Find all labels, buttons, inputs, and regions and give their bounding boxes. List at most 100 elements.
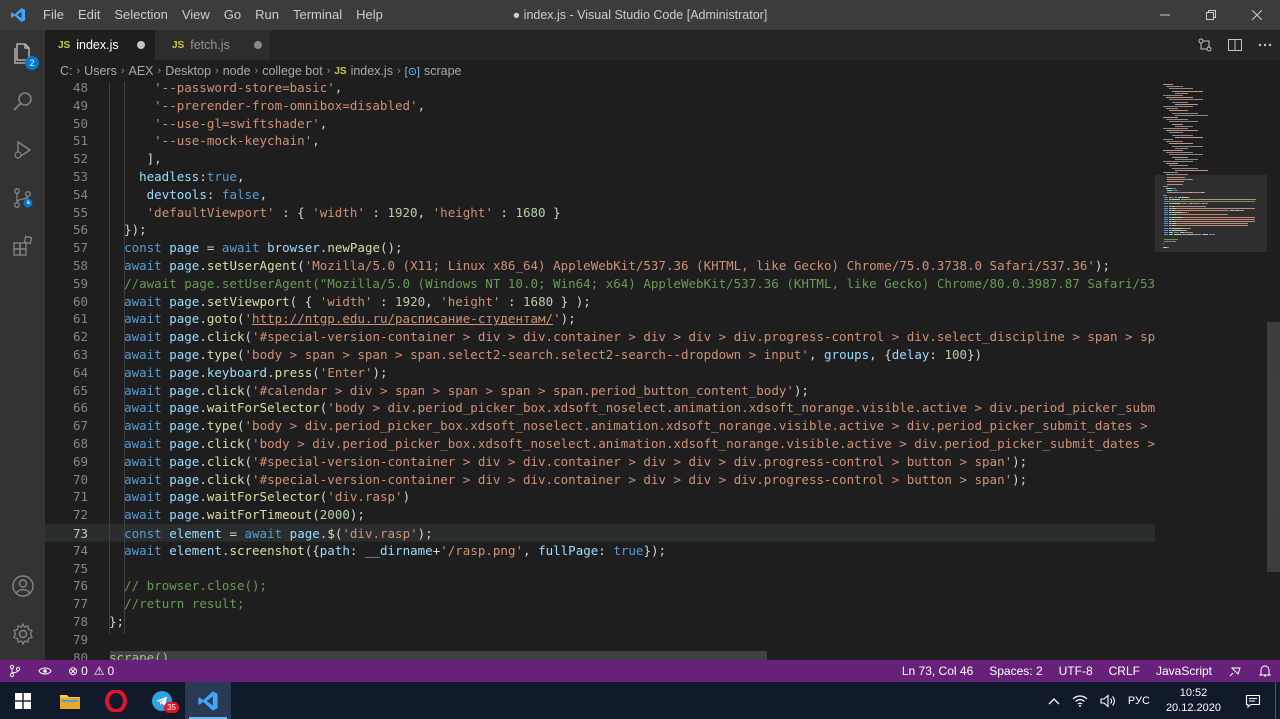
code-line[interactable]: 56 }); (45, 221, 1155, 239)
code-line[interactable]: 59 //await page.setUserAgent("Mozilla/5.… (45, 275, 1155, 293)
breadcrumb-segment[interactable]: Desktop (165, 64, 211, 78)
more-actions-icon[interactable] (1250, 30, 1280, 60)
menu-bar: File Edit Selection View Go Run Terminal Help (36, 0, 390, 30)
opera-browser-icon[interactable] (93, 682, 139, 719)
settings-gear-icon[interactable] (0, 610, 45, 658)
code-line[interactable]: 65 await page.click('#calendar > div > s… (45, 382, 1155, 400)
menu-edit[interactable]: Edit (71, 0, 107, 30)
code-line[interactable]: 68 await page.click('body > div.period_p… (45, 435, 1155, 453)
code-line[interactable]: 78}; (45, 613, 1155, 631)
vscode-taskbar-icon[interactable] (185, 682, 231, 719)
clock[interactable]: 10:52 20.12.2020 (1156, 686, 1231, 716)
code-line[interactable]: 57 const page = await browser.newPage(); (45, 239, 1155, 257)
file-explorer-icon[interactable] (47, 682, 93, 719)
code-line[interactable]: 72 await page.waitForTimeout(2000); (45, 506, 1155, 524)
code-line[interactable]: 51 '--use-mock-keychain', (45, 132, 1155, 150)
scrollbar-thumb[interactable] (1267, 322, 1280, 572)
explorer-icon[interactable]: 2 (0, 30, 45, 78)
minimap[interactable] (1155, 82, 1267, 660)
feedback-icon[interactable] (1220, 660, 1250, 682)
code-line[interactable]: 66 await page.waitForSelector('body > di… (45, 399, 1155, 417)
menu-selection[interactable]: Selection (107, 0, 174, 30)
search-icon[interactable] (0, 78, 45, 126)
code-line[interactable]: 54 devtools: false, (45, 186, 1155, 204)
code-line[interactable]: 64 await page.keyboard.press('Enter'); (45, 364, 1155, 382)
unsaved-dot-icon[interactable] (136, 41, 145, 49)
remote-icon[interactable] (0, 660, 30, 682)
breadcrumb-file[interactable]: index.js (351, 64, 393, 78)
breadcrumb-segment[interactable]: C: (60, 64, 73, 78)
code-line[interactable]: 50 '--use-gl=swiftshader', (45, 115, 1155, 133)
code-line[interactable]: 58 await page.setUserAgent('Mozilla/5.0 … (45, 257, 1155, 275)
language-mode[interactable]: JavaScript (1148, 660, 1220, 682)
code-line[interactable]: 67 await page.type('body > div.period_pi… (45, 417, 1155, 435)
code-line[interactable]: 53 headless:true, (45, 168, 1155, 186)
wifi-icon[interactable] (1066, 682, 1094, 719)
encoding[interactable]: UTF-8 (1051, 660, 1101, 682)
breadcrumb-segment[interactable]: AEX (129, 64, 154, 78)
code-line[interactable]: 61 await page.goto('http://ntgp.edu.ru/р… (45, 310, 1155, 328)
code-line[interactable]: 69 await page.click('#special-version-co… (45, 453, 1155, 471)
line-number: 77 (72, 596, 88, 612)
close-window-button[interactable] (1234, 0, 1280, 30)
menu-view[interactable]: View (175, 0, 217, 30)
breadcrumb-segment[interactable]: college bot (262, 64, 322, 78)
volume-icon[interactable] (1094, 682, 1122, 719)
code-line[interactable]: 75 (45, 560, 1155, 578)
code-line[interactable]: 55 'defaultViewport' : { 'width' : 1920,… (45, 204, 1155, 222)
telegram-icon[interactable]: 35 (139, 682, 185, 719)
code-line[interactable]: 52 ], (45, 150, 1155, 168)
code-line[interactable]: 48 '--password-store=basic', (45, 82, 1155, 97)
code-line[interactable]: 70 await page.click('#special-version-co… (45, 471, 1155, 489)
vscode-logo-icon[interactable] (0, 0, 36, 30)
open-changes-icon[interactable] (1190, 30, 1220, 60)
line-ending[interactable]: CRLF (1101, 660, 1148, 682)
code-line[interactable]: 79 (45, 631, 1155, 649)
code-editor[interactable]: 48 '--password-store=basic', 49 '--preren… (45, 82, 1155, 660)
breadcrumb-symbol[interactable]: scrape (424, 64, 462, 78)
code-text: await page.click('#calendar > div > span… (109, 382, 809, 400)
horizontal-scrollbar[interactable] (110, 651, 767, 660)
code-line[interactable]: 74 await element.screenshot({path: __dir… (45, 542, 1155, 560)
cursor-position[interactable]: Ln 73, Col 46 (894, 660, 981, 682)
menu-go[interactable]: Go (217, 0, 248, 30)
code-line[interactable]: 71 await page.waitForSelector('div.rasp'… (45, 488, 1155, 506)
unsaved-dot-icon[interactable] (253, 41, 262, 49)
minimap-slider[interactable] (1155, 175, 1267, 252)
code-line[interactable]: 62 await page.click('#special-version-co… (45, 328, 1155, 346)
extensions-icon[interactable] (0, 222, 45, 270)
tab-fetch-js[interactable]: JS fetch.js (155, 30, 270, 60)
indentation[interactable]: Spaces: 2 (981, 660, 1050, 682)
notifications-bell-icon[interactable] (1250, 660, 1280, 682)
tab-index-js[interactable]: JS index.js (45, 30, 155, 60)
code-line[interactable]: 60 await page.setViewport( { 'width' : 1… (45, 293, 1155, 311)
show-desktop-button[interactable] (1275, 682, 1280, 719)
restore-button[interactable] (1188, 0, 1234, 30)
menu-run[interactable]: Run (248, 0, 286, 30)
live-share-icon[interactable] (30, 660, 60, 682)
breadcrumb-segment[interactable]: Users (84, 64, 117, 78)
breadcrumb-chevron-right-icon: › (76, 65, 81, 77)
code-token: headless (139, 169, 200, 184)
code-line[interactable]: 49 '--prerender-from-omnibox=disabled', (45, 97, 1155, 115)
windows-start-icon[interactable] (0, 682, 46, 719)
menu-help[interactable]: Help (349, 0, 390, 30)
code-line[interactable]: 73 const element = await page.$('div.ras… (45, 524, 1155, 542)
code-token: await (124, 364, 162, 380)
split-editor-icon[interactable] (1220, 30, 1250, 60)
action-center-icon[interactable] (1231, 682, 1275, 719)
minimize-button[interactable] (1142, 0, 1188, 30)
account-icon[interactable] (0, 562, 45, 610)
input-language[interactable]: РУС (1122, 682, 1156, 719)
breadcrumb-segment[interactable]: node (223, 64, 251, 78)
source-control-icon[interactable] (0, 174, 45, 222)
menu-terminal[interactable]: Terminal (286, 0, 349, 30)
vertical-scrollbar[interactable] (1267, 82, 1280, 660)
code-line[interactable]: 77 //return result; (45, 595, 1155, 613)
code-line[interactable]: 76 // browser.close(); (45, 577, 1155, 595)
run-debug-icon[interactable] (0, 126, 45, 174)
code-line[interactable]: 63 await page.type('body > span > span >… (45, 346, 1155, 364)
menu-file[interactable]: File (36, 0, 71, 30)
problems-indicator[interactable]: ⊗ 0 ⚠ 0 (60, 660, 122, 682)
tray-overflow-chevron-up-icon[interactable] (1042, 682, 1066, 719)
